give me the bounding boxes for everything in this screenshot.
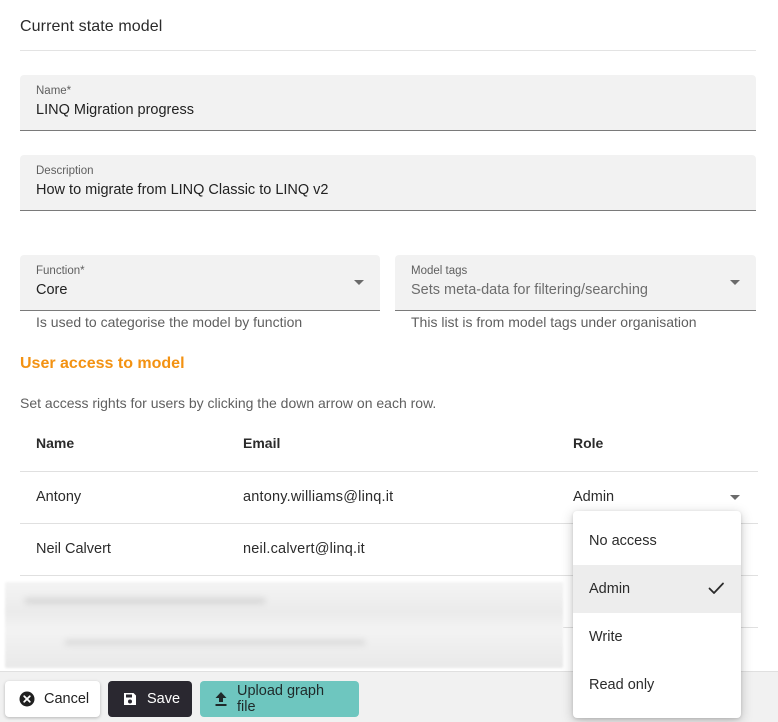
upload-graph-file-button[interactable]: Upload graph file bbox=[200, 681, 359, 717]
model-tags-placeholder[interactable]: Sets meta-data for filtering/searching bbox=[411, 282, 648, 298]
section-title: Current state model bbox=[20, 18, 163, 35]
name-field-value[interactable]: LINQ Migration progress bbox=[36, 102, 194, 118]
chevron-down-icon[interactable] bbox=[730, 280, 740, 285]
row-email: neil.calvert@linq.it bbox=[243, 541, 365, 557]
name-field-label: Name* bbox=[36, 85, 72, 97]
role-option-no-access[interactable]: No access bbox=[573, 517, 741, 565]
user-access-title: User access to model bbox=[20, 355, 185, 372]
cancel-icon bbox=[19, 691, 35, 707]
function-select[interactable]: Function* Core bbox=[20, 255, 380, 311]
save-icon bbox=[122, 691, 138, 707]
user-access-description: Set access rights for users by clicking … bbox=[20, 395, 437, 411]
save-button[interactable]: Save bbox=[108, 681, 192, 717]
function-select-label: Function* bbox=[36, 265, 85, 277]
role-option-label: No access bbox=[589, 533, 657, 549]
role-option-label: Write bbox=[589, 629, 623, 645]
row-role[interactable]: Admin bbox=[573, 489, 614, 505]
cancel-button[interactable]: Cancel bbox=[5, 681, 100, 717]
check-icon bbox=[707, 579, 725, 601]
role-option-label: Admin bbox=[589, 581, 631, 597]
function-helper-text: Is used to categorise the model by funct… bbox=[36, 314, 303, 330]
upload-button-label: Upload graph file bbox=[237, 683, 325, 715]
role-option-admin[interactable]: Admin bbox=[573, 565, 741, 613]
role-option-label: Read only bbox=[589, 677, 655, 693]
model-tags-label: Model tags bbox=[411, 265, 468, 277]
function-select-value[interactable]: Core bbox=[36, 282, 67, 298]
description-field-label: Description bbox=[36, 165, 94, 177]
row-email: antony.williams@linq.it bbox=[243, 489, 394, 505]
cancel-button-label: Cancel bbox=[44, 691, 90, 707]
divider bbox=[20, 50, 756, 51]
model-tags-helper-text: This list is from model tags under organ… bbox=[411, 314, 697, 330]
column-header-email: Email bbox=[243, 435, 281, 451]
column-header-name: Name bbox=[36, 435, 75, 451]
row-divider bbox=[20, 471, 758, 472]
upload-icon bbox=[214, 691, 228, 707]
model-tags-select[interactable]: Model tags Sets meta-data for filtering/… bbox=[395, 255, 756, 311]
role-option-write[interactable]: Write bbox=[573, 613, 741, 661]
redacted-rows bbox=[5, 582, 563, 668]
column-header-role: Role bbox=[573, 435, 604, 451]
chevron-down-icon[interactable] bbox=[354, 280, 364, 285]
save-button-label: Save bbox=[147, 691, 181, 707]
role-option-read-only[interactable]: Read only bbox=[573, 661, 741, 709]
row-name: Antony bbox=[36, 489, 82, 505]
name-field[interactable]: Name* LINQ Migration progress bbox=[20, 75, 756, 131]
row-name: Neil Calvert bbox=[36, 541, 111, 557]
chevron-down-icon[interactable] bbox=[730, 495, 740, 500]
description-field[interactable]: Description How to migrate from LINQ Cla… bbox=[20, 155, 756, 211]
role-dropdown-menu: No access Admin Write Read only bbox=[573, 511, 741, 718]
description-field-value[interactable]: How to migrate from LINQ Classic to LINQ… bbox=[36, 182, 329, 198]
